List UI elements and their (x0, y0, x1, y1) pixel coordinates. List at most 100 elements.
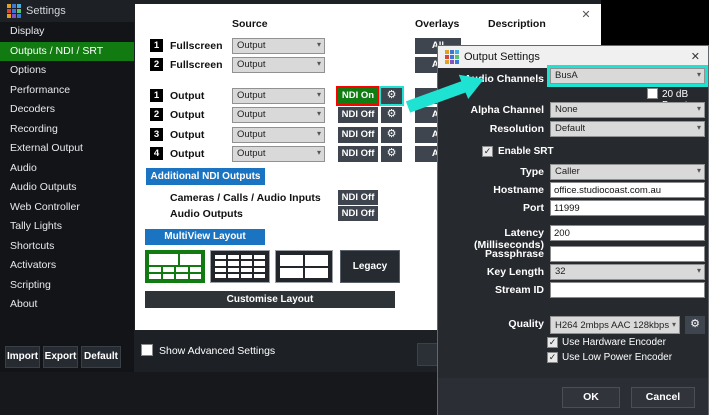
legacy-layout-button[interactable]: Legacy (340, 250, 400, 283)
ndi-toggle-button[interactable]: NDI Off (338, 127, 378, 143)
window-title: Settings (26, 5, 66, 17)
use-low-power-encoder-checkbox[interactable]: ✓ (547, 352, 558, 363)
column-description: Description (488, 18, 546, 30)
sidebar-item-activators[interactable]: Activators (0, 256, 134, 276)
enable-srt-checkbox[interactable]: ✓ (482, 146, 493, 157)
sidebar-item-outputs-ndi-srt[interactable]: Outputs / NDI / SRT (0, 42, 134, 62)
close-icon[interactable]: ✕ (578, 7, 594, 23)
port-label: Port (438, 202, 544, 214)
audio-outputs-label: Audio Outputs (170, 208, 243, 220)
source-select[interactable]: Output▾ (232, 107, 325, 123)
export-button[interactable]: Export (43, 346, 78, 368)
layout-preview (149, 254, 201, 279)
multiview-layout-option-3[interactable] (275, 250, 333, 283)
output-settings-gear-icon[interactable]: ⚙ (381, 107, 402, 123)
sidebar-item-audio[interactable]: Audio (0, 159, 134, 179)
source-select[interactable]: Output▾ (232, 127, 325, 143)
quality-settings-gear-icon[interactable]: ⚙ (685, 316, 705, 334)
sidebar-item-scripting[interactable]: Scripting (0, 276, 134, 296)
alpha-channel-label: Alpha Channel (438, 104, 544, 116)
chevron-down-icon: ▾ (697, 70, 701, 79)
chevron-down-icon: ▾ (317, 148, 321, 157)
output-settings-gear-icon[interactable]: ⚙ (381, 127, 402, 143)
srt-type-select[interactable]: Caller▾ (550, 164, 705, 180)
resolution-select[interactable]: Default▾ (550, 121, 705, 137)
dialog-cancel-button[interactable]: Cancel (631, 387, 695, 408)
hostname-label: Hostname (438, 184, 544, 196)
sidebar-item-external-output[interactable]: External Output (0, 139, 134, 159)
chevron-down-icon: ▾ (697, 123, 701, 132)
multiview-layout-option-2[interactable] (210, 250, 270, 283)
output-settings-gear-icon[interactable]: ⚙ (381, 88, 402, 104)
chevron-down-icon: ▾ (317, 90, 321, 99)
chevron-down-icon: ▾ (317, 40, 321, 49)
customise-layout-button[interactable]: Customise Layout (145, 291, 395, 308)
boost-checkbox[interactable] (647, 88, 658, 99)
output-settings-dialog: Output Settings ✕ Audio Channels BusA▾ 2… (437, 45, 709, 415)
additional-ndi-outputs-button[interactable]: Additional NDI Outputs (146, 168, 265, 185)
dialog-ok-button[interactable]: OK (562, 387, 620, 408)
sidebar-item-tally-lights[interactable]: Tally Lights (0, 217, 134, 237)
source-select[interactable]: Output▾ (232, 38, 325, 54)
enable-srt-label: Enable SRT (498, 146, 554, 157)
quality-select[interactable]: H264 2mbps AAC 128kbps▾ (550, 316, 680, 334)
multiview-layout-option-1[interactable] (145, 250, 205, 283)
column-source: Source (232, 18, 268, 30)
show-advanced-checkbox[interactable] (141, 344, 153, 356)
row-number-badge: 1 (150, 89, 163, 102)
source-select[interactable]: Output▾ (232, 146, 325, 162)
key-length-select[interactable]: 32▾ (550, 264, 705, 280)
sidebar-item-performance[interactable]: Performance (0, 81, 134, 101)
row-number-badge: 4 (150, 147, 163, 160)
port-input[interactable] (550, 200, 705, 216)
vmix-app-icon (445, 50, 459, 64)
ndi-toggle-button[interactable]: NDI Off (338, 190, 378, 205)
row-label: Fullscreen (170, 40, 223, 52)
ndi-toggle-button[interactable]: NDI Off (338, 107, 378, 123)
sidebar-item-recording[interactable]: Recording (0, 120, 134, 140)
ndi-toggle-button[interactable]: NDI On (338, 88, 378, 104)
chevron-down-icon: ▾ (317, 129, 321, 138)
row-number-badge: 3 (150, 128, 163, 141)
use-hardware-encoder-label: Use Hardware Encoder (562, 337, 666, 348)
audio-channels-label: Audio Channels (438, 73, 544, 85)
import-button[interactable]: Import (5, 346, 40, 368)
key-length-label: Key Length (438, 266, 544, 278)
close-icon[interactable]: ✕ (691, 50, 700, 63)
passphrase-input[interactable] (550, 246, 705, 262)
sidebar-item-audio-outputs[interactable]: Audio Outputs (0, 178, 134, 198)
screen: Settings Display Outputs / NDI / SRT Opt… (0, 0, 709, 415)
layout-preview (215, 255, 265, 278)
stream-id-input[interactable] (550, 282, 705, 298)
column-overlays: Overlays (415, 18, 459, 30)
latency-input[interactable] (550, 225, 705, 241)
source-select[interactable]: Output▾ (232, 88, 325, 104)
row-number-badge: 1 (150, 39, 163, 52)
output-settings-gear-icon[interactable]: ⚙ (381, 146, 402, 162)
quality-label: Quality (438, 318, 544, 330)
vmix-app-icon (7, 4, 21, 18)
row-label: Output (170, 148, 204, 160)
resolution-label: Resolution (438, 123, 544, 135)
sidebar-item-web-controller[interactable]: Web Controller (0, 198, 134, 218)
alpha-channel-select[interactable]: None▾ (550, 102, 705, 118)
audio-channels-select[interactable]: BusA▾ (550, 68, 705, 84)
default-button[interactable]: Default (81, 346, 121, 368)
sidebar-item-shortcuts[interactable]: Shortcuts (0, 237, 134, 257)
sidebar-item-display[interactable]: Display (0, 22, 134, 42)
sidebar-item-decoders[interactable]: Decoders (0, 100, 134, 120)
sidebar-item-about[interactable]: About (0, 295, 134, 315)
sidebar: Display Outputs / NDI / SRT Options Perf… (0, 22, 134, 372)
row-label: Fullscreen (170, 59, 223, 71)
ndi-toggle-button[interactable]: NDI Off (338, 206, 378, 221)
hostname-input[interactable] (550, 182, 705, 198)
use-hardware-encoder-checkbox[interactable]: ✓ (547, 337, 558, 348)
sidebar-item-options[interactable]: Options (0, 61, 134, 81)
row-label: Output (170, 129, 204, 141)
source-select[interactable]: Output▾ (232, 57, 325, 73)
row-label: Output (170, 90, 204, 102)
chevron-down-icon: ▾ (697, 266, 701, 275)
type-label: Type (438, 166, 544, 178)
dialog-titlebar: Output Settings ✕ (438, 46, 708, 68)
ndi-toggle-button[interactable]: NDI Off (338, 146, 378, 162)
